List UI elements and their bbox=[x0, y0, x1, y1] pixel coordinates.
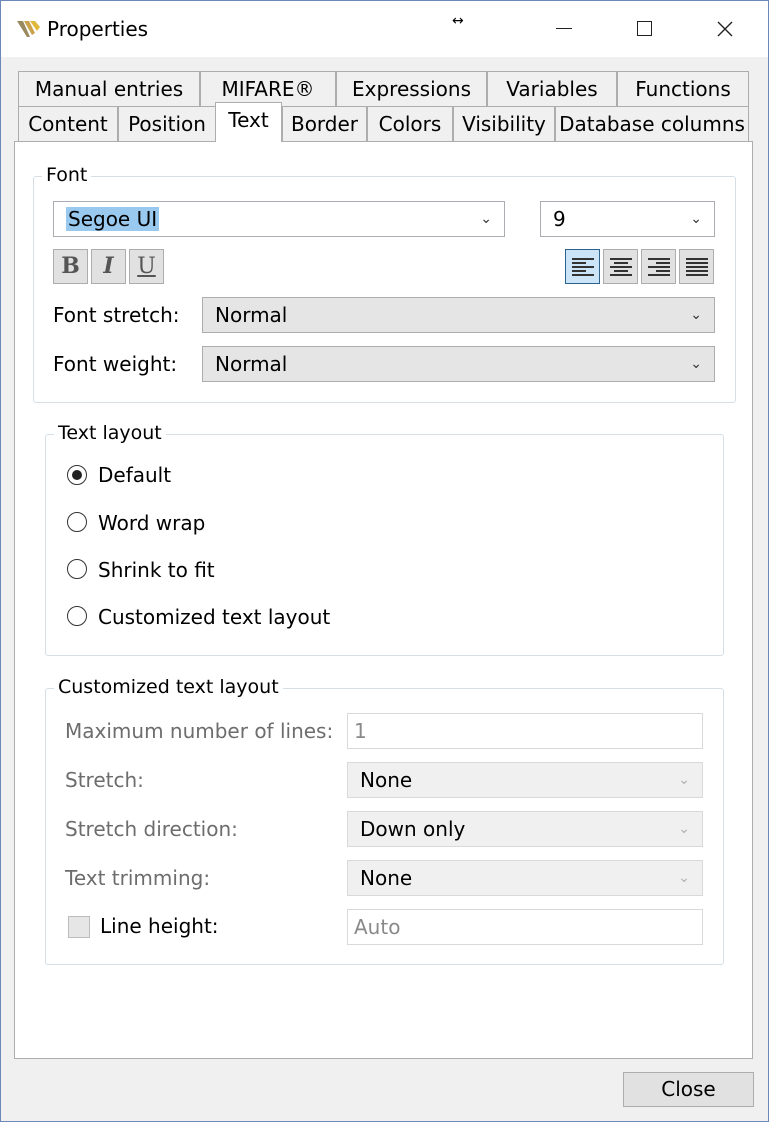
radio-word-wrap-label[interactable]: Word wrap bbox=[98, 511, 205, 535]
stretch-direction-combo[interactable]: Down only ⌄ bbox=[347, 811, 703, 847]
tab-variables[interactable]: Variables bbox=[487, 71, 617, 106]
tab-content[interactable]: Content bbox=[18, 106, 118, 141]
minimize-button[interactable] bbox=[523, 1, 603, 57]
tab-functions[interactable]: Functions bbox=[617, 71, 749, 106]
chevron-down-icon: ⌄ bbox=[678, 772, 690, 788]
radio-customized-layout-label[interactable]: Customized text layout bbox=[98, 605, 330, 629]
line-height-label: Line height: bbox=[100, 914, 219, 938]
text-layout-group-title: Text layout bbox=[54, 422, 166, 444]
title-bar[interactable]: Properties ↔ bbox=[1, 1, 768, 57]
bold-button[interactable]: B bbox=[53, 249, 88, 284]
font-weight-label: Font weight: bbox=[53, 352, 178, 376]
line-height-input[interactable]: Auto bbox=[347, 909, 703, 945]
font-family-value: Segoe UI bbox=[66, 207, 160, 231]
chevron-down-icon: ⌄ bbox=[678, 821, 690, 837]
chevron-down-icon: ⌄ bbox=[690, 211, 702, 227]
font-group-title: Font bbox=[42, 164, 92, 186]
align-left-icon bbox=[572, 258, 594, 278]
font-family-combo[interactable]: Segoe UI ⌄ bbox=[53, 201, 505, 237]
font-size-value: 9 bbox=[553, 207, 566, 231]
app-logo-icon bbox=[17, 21, 40, 37]
stretch-combo[interactable]: None ⌄ bbox=[347, 762, 703, 798]
stretch-label: Stretch: bbox=[65, 768, 144, 792]
max-lines-label: Maximum number of lines: bbox=[65, 719, 334, 743]
window-title: Properties bbox=[47, 17, 149, 41]
chevron-down-icon: ⌄ bbox=[480, 211, 492, 227]
align-center-icon bbox=[610, 258, 632, 278]
maximize-icon bbox=[637, 21, 652, 36]
text-trimming-combo[interactable]: None ⌄ bbox=[347, 860, 703, 896]
close-button[interactable]: Close bbox=[623, 1072, 754, 1107]
font-stretch-value: Normal bbox=[215, 303, 288, 327]
chevron-down-icon: ⌄ bbox=[690, 307, 702, 323]
align-justify-icon bbox=[686, 258, 708, 278]
properties-dialog: Properties ↔ Manual entries MIFARE® Expr… bbox=[0, 0, 769, 1122]
tab-expressions[interactable]: Expressions bbox=[336, 71, 487, 106]
tab-visibility[interactable]: Visibility bbox=[453, 106, 555, 141]
window-close-button[interactable] bbox=[685, 1, 765, 57]
tab-manual-entries[interactable]: Manual entries bbox=[18, 71, 200, 106]
radio-customized-layout[interactable] bbox=[67, 606, 87, 626]
tab-text[interactable]: Text bbox=[215, 102, 282, 142]
text-trimming-label: Text trimming: bbox=[65, 866, 211, 890]
tab-border[interactable]: Border bbox=[282, 106, 367, 141]
underline-button[interactable]: U bbox=[129, 249, 164, 284]
close-icon bbox=[717, 21, 733, 37]
font-stretch-combo[interactable]: Normal ⌄ bbox=[202, 297, 715, 333]
font-size-combo[interactable]: 9 ⌄ bbox=[540, 201, 715, 237]
stretch-direction-label: Stretch direction: bbox=[65, 817, 238, 841]
font-weight-combo[interactable]: Normal ⌄ bbox=[202, 346, 715, 382]
tab-database-columns[interactable]: Database columns bbox=[555, 106, 749, 141]
maximize-button[interactable] bbox=[604, 1, 684, 57]
chevron-down-icon: ⌄ bbox=[690, 356, 702, 372]
resize-arrow-icon: ↔ bbox=[452, 13, 464, 29]
align-right-button[interactable] bbox=[641, 249, 676, 284]
text-trimming-value: None bbox=[360, 866, 413, 890]
radio-default-label[interactable]: Default bbox=[98, 463, 171, 487]
align-center-button[interactable] bbox=[603, 249, 638, 284]
radio-word-wrap[interactable] bbox=[67, 512, 87, 532]
tab-colors[interactable]: Colors bbox=[367, 106, 453, 141]
line-height-checkbox[interactable] bbox=[68, 916, 90, 938]
tab-mifare[interactable]: MIFARE® bbox=[200, 71, 336, 106]
stretch-direction-value: Down only bbox=[360, 817, 466, 841]
tab-position[interactable]: Position bbox=[118, 106, 216, 141]
align-justify-button[interactable] bbox=[679, 249, 714, 284]
custom-layout-group-title: Customized text layout bbox=[54, 676, 283, 698]
font-stretch-label: Font stretch: bbox=[53, 303, 180, 327]
minimize-icon bbox=[556, 28, 572, 29]
radio-shrink-to-fit[interactable] bbox=[67, 559, 87, 579]
align-left-button[interactable] bbox=[565, 249, 600, 284]
font-weight-value: Normal bbox=[215, 352, 288, 376]
italic-button[interactable]: I bbox=[91, 249, 126, 284]
radio-default[interactable] bbox=[67, 465, 87, 485]
align-right-icon bbox=[648, 258, 670, 278]
max-lines-input[interactable]: 1 bbox=[347, 713, 703, 749]
stretch-value: None bbox=[360, 768, 413, 792]
radio-shrink-to-fit-label[interactable]: Shrink to fit bbox=[98, 558, 215, 582]
chevron-down-icon: ⌄ bbox=[678, 870, 690, 886]
